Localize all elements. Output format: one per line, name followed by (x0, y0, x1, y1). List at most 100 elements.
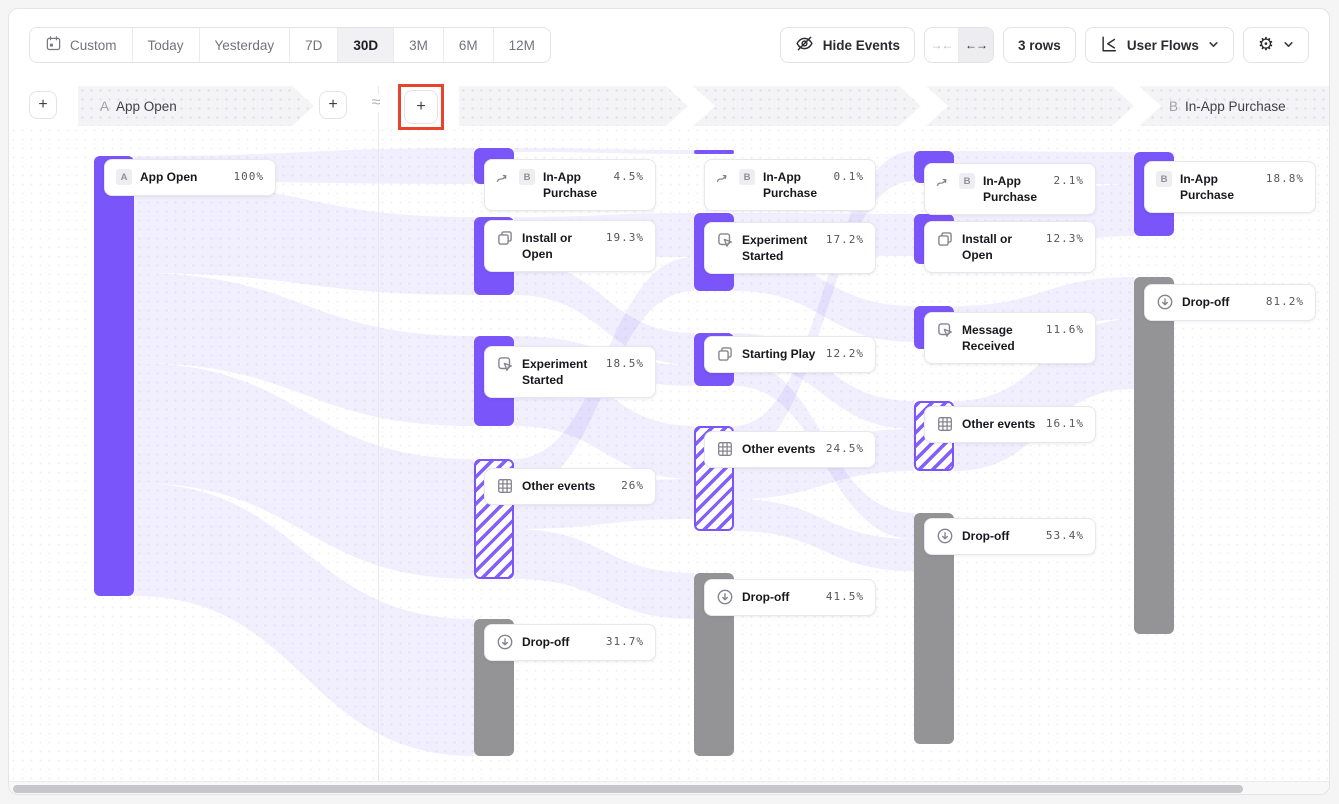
node-label: Other events (962, 416, 1038, 432)
click-icon (496, 356, 514, 373)
event-badge: B (1156, 171, 1172, 187)
step-divider-line (378, 86, 379, 781)
in-app-purchase-node-card[interactable]: B In-App Purchase 0.1% (704, 159, 876, 211)
date-range-group: CustomTodayYesterday7D30D3M6M12M (29, 27, 551, 63)
install-or-open-node-card[interactable]: Install or Open 19.3% (484, 220, 656, 272)
click-icon (936, 322, 954, 339)
date-range-today[interactable]: Today (132, 28, 199, 62)
install-or-open-node-card[interactable]: Install or Open12.3% (924, 221, 1096, 273)
step-badge-b: B (1169, 99, 1178, 114)
event-badge: A (116, 169, 132, 185)
flows-canvas: AApp Open100%BIn-App Purchase4.5%Install… (9, 9, 1330, 795)
expand-columns-button[interactable]: ←→ (959, 28, 993, 62)
date-range-3m[interactable]: 3M (393, 28, 443, 62)
in-app-purchase-node-card[interactable]: BIn-App Purchase18.8% (1144, 161, 1316, 213)
node-label: Other events (522, 478, 613, 494)
flow-step-segment-4[interactable] (926, 86, 1134, 126)
eye-off-icon (795, 34, 814, 56)
message-received-node-card[interactable]: Message Received 11.6% (924, 312, 1096, 364)
collapse-columns-button[interactable]: →← (925, 28, 959, 62)
node-percentage: 53.4% (1046, 528, 1084, 545)
drop-off-node-card[interactable]: Drop-off41.5% (704, 579, 876, 616)
add-step-before-button[interactable]: + (29, 91, 57, 119)
drop-off-node-card[interactable]: Drop-off53.4% (924, 518, 1096, 555)
date-range-custom[interactable]: Custom (30, 28, 132, 62)
node-percentage: 100% (234, 169, 265, 186)
view-selector-label: User Flows (1127, 38, 1199, 53)
experiment-started-node-card[interactable]: Experiment Started17.2% (704, 222, 876, 274)
in-app-purchase-node-card[interactable]: BIn-App Purchase4.5% (484, 159, 656, 211)
event-badge: B (739, 169, 755, 185)
drop-off-node-card[interactable]: Drop-off 81.2% (1144, 284, 1316, 321)
node-label: Install or Open (522, 230, 598, 262)
settings-button[interactable]: ⚙ (1243, 27, 1309, 63)
grid-icon (716, 441, 734, 458)
date-range-7d[interactable]: 7D (289, 28, 337, 62)
flow-step-segment-end[interactable]: B In-App Purchase (1139, 86, 1330, 126)
trend-icon (936, 173, 951, 190)
node-percentage: 12.3% (1046, 231, 1084, 248)
flow-step-segment-start[interactable]: A App Open (78, 86, 314, 126)
event-badge: B (959, 173, 975, 189)
date-range-6m[interactable]: 6M (443, 28, 493, 62)
node-percentage: 11.6% (1046, 322, 1084, 339)
grid-icon (936, 416, 954, 433)
step-badge-a: A (100, 99, 109, 114)
other-events-node-card[interactable]: Other events26% (484, 468, 656, 505)
date-range-yesterday[interactable]: Yesterday (199, 28, 290, 62)
horizontal-scrollbar-thumb[interactable] (13, 785, 1243, 793)
experiment-started-node-card[interactable]: Experiment Started18.5% (484, 346, 656, 398)
click-icon (716, 232, 734, 249)
dropoff-icon (1156, 294, 1174, 311)
node-label: Starting Play (742, 346, 818, 362)
node-label: In-App Purchase (543, 169, 606, 201)
starting-play-node-card[interactable]: Starting Play 12.2% (704, 336, 876, 373)
node-label: Message Received (962, 322, 1038, 354)
windows-icon (716, 346, 734, 363)
flow-start-step-label: App Open (116, 99, 177, 114)
dropoff-icon (716, 589, 734, 606)
other-events-node-card[interactable]: Other events24.5% (704, 431, 876, 468)
hide-events-button[interactable]: Hide Events (780, 27, 915, 63)
dot-pattern-background (9, 126, 1330, 781)
hide-events-label: Hide Events (823, 38, 900, 53)
date-range-30d[interactable]: 30D (337, 28, 393, 62)
drop-off-bar[interactable] (1134, 277, 1174, 634)
app-open-node-card[interactable]: AApp Open100% (104, 159, 276, 196)
node-label: Drop-off (1182, 294, 1258, 310)
view-selector-button[interactable]: User Flows (1085, 27, 1234, 63)
add-step-after-anchor-button[interactable]: + (319, 91, 347, 119)
user-flows-icon (1100, 35, 1118, 56)
node-percentage: 19.3% (606, 230, 644, 247)
in-app-purchase-bar[interactable] (694, 150, 734, 154)
approx-symbol: ≈ (365, 94, 387, 112)
node-label: In-App Purchase (983, 173, 1046, 205)
gear-icon: ⚙ (1258, 36, 1274, 54)
app-panel: AApp Open100%BIn-App Purchase4.5%Install… (8, 8, 1330, 795)
node-percentage: 2.1% (1054, 173, 1085, 190)
node-percentage: 4.5% (614, 169, 645, 186)
node-label: Experiment Started (742, 232, 818, 264)
node-percentage: 41.5% (826, 589, 864, 606)
node-label: In-App Purchase (763, 169, 826, 201)
windows-icon (496, 230, 514, 247)
node-label: Drop-off (522, 634, 598, 650)
flow-step-segment-3[interactable] (693, 86, 921, 126)
dropoff-icon (936, 528, 954, 545)
annotation-highlight-box (398, 84, 444, 130)
date-range-12m[interactable]: 12M (493, 28, 550, 62)
node-percentage: 0.1% (834, 169, 865, 186)
collapse-columns-icon: →← (931, 38, 953, 52)
node-percentage: 12.2% (826, 346, 864, 363)
calendar-icon (45, 35, 62, 55)
toolbar: CustomTodayYesterday7D30D3M6M12M Hide Ev… (9, 9, 1329, 79)
dropoff-icon (496, 634, 514, 651)
app-open-bar[interactable] (94, 156, 134, 596)
node-percentage: 81.2% (1266, 294, 1304, 311)
in-app-purchase-node-card[interactable]: B In-App Purchase 2.1% (924, 163, 1096, 215)
other-events-node-card[interactable]: Other events16.1% (924, 406, 1096, 443)
drop-off-node-card[interactable]: Drop-off 31.7% (484, 624, 656, 661)
flow-step-segment-2[interactable] (459, 86, 688, 126)
rows-button[interactable]: 3 rows (1003, 27, 1076, 63)
node-percentage: 31.7% (606, 634, 644, 651)
